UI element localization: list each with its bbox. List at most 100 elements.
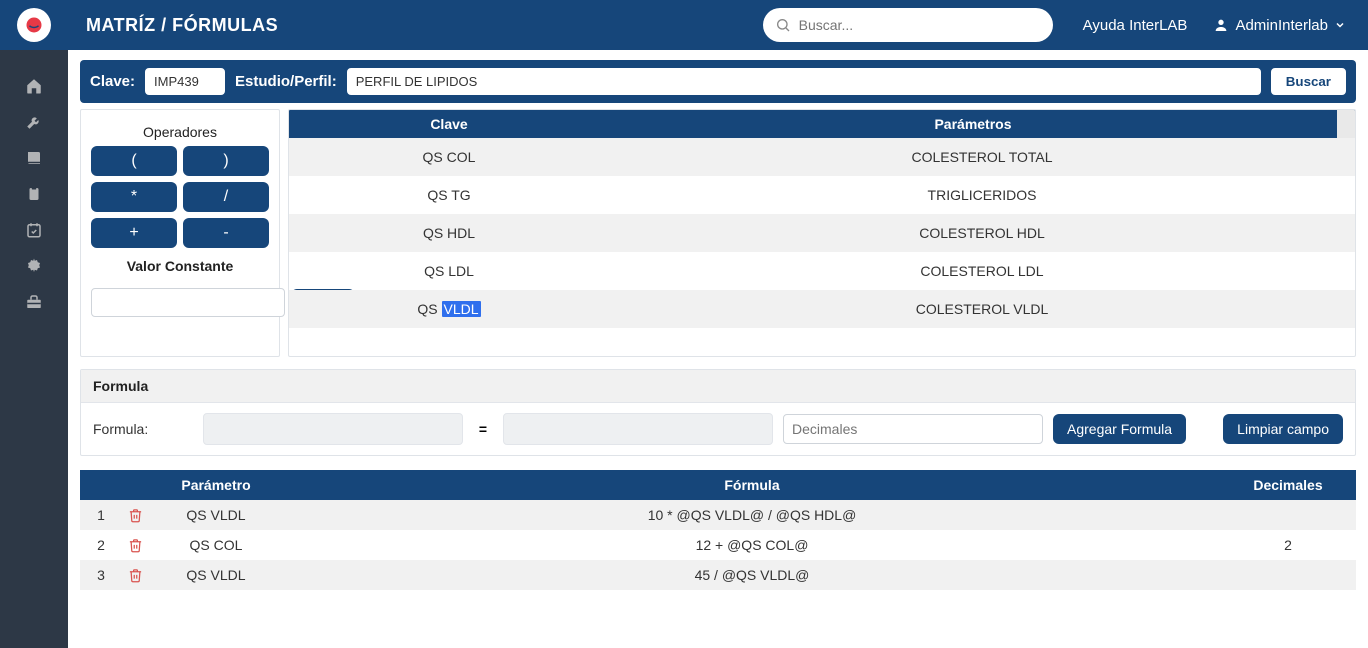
constant-input[interactable] <box>91 288 285 317</box>
column-formula: Fórmula <box>284 470 1220 500</box>
home-icon <box>25 77 43 95</box>
column-delete <box>122 470 148 500</box>
gear-icon <box>25 257 43 275</box>
column-clave: Clave <box>289 110 609 138</box>
operator-close-paren[interactable]: ) <box>183 146 269 176</box>
user-name: AdminInterlab <box>1235 17 1328 34</box>
formula-title: Formula <box>81 370 1355 403</box>
trash-icon <box>128 568 143 583</box>
clave-label: Clave: <box>90 73 135 90</box>
parameter-row[interactable]: QS COLCOLESTEROL TOTAL <box>289 138 1355 176</box>
parameter-row[interactable]: QS TGTRIGLICERIDOS <box>289 176 1355 214</box>
parameter-row-blank <box>289 328 1355 356</box>
trash-icon <box>128 508 143 523</box>
decimales-input[interactable] <box>783 414 1043 444</box>
clave-input[interactable] <box>145 68 225 95</box>
buscar-button[interactable]: Buscar <box>1271 68 1346 95</box>
global-search[interactable] <box>763 8 1053 42</box>
sidebar-item-book[interactable] <box>0 140 68 176</box>
column-parametro: Parámetro <box>148 470 284 500</box>
operator-multiply[interactable]: * <box>91 182 177 212</box>
delete-row-button[interactable] <box>122 560 148 590</box>
help-link[interactable]: Ayuda InterLAB <box>1083 17 1188 34</box>
delete-row-button[interactable] <box>122 530 148 560</box>
parameter-clave: QS LDL <box>289 263 609 279</box>
limpiar-campo-button[interactable]: Limpiar campo <box>1223 414 1343 444</box>
parameter-name: COLESTEROL VLDL <box>609 301 1355 317</box>
result-param: QS VLDL <box>148 560 284 590</box>
sidebar <box>0 50 68 648</box>
search-icon <box>775 17 791 33</box>
parameter-name: COLESTEROL LDL <box>609 263 1355 279</box>
column-index <box>80 470 122 500</box>
parameter-name: COLESTEROL HDL <box>609 225 1355 241</box>
filter-bar: Clave: Estudio/Perfil: Buscar <box>80 60 1356 103</box>
result-formula: 10 * @QS VLDL@ / @QS HDL@ <box>284 500 1220 530</box>
result-decimales: 2 <box>1220 530 1356 560</box>
parameters-body[interactable]: QS COLCOLESTEROL TOTALQS TGTRIGLICERIDOS… <box>289 138 1355 356</box>
result-row: 2QS COL12 + @QS COL@2 <box>80 530 1356 560</box>
parameter-row[interactable]: QS VLDLCOLESTEROL VLDL <box>289 290 1355 328</box>
estudio-label: Estudio/Perfil: <box>235 73 337 90</box>
estudio-input[interactable] <box>347 68 1261 95</box>
result-param: QS COL <box>148 530 284 560</box>
sidebar-item-home[interactable] <box>0 68 68 104</box>
constant-title: Valor Constante <box>127 258 234 274</box>
user-menu[interactable]: AdminInterlab <box>1213 17 1352 34</box>
sidebar-item-clipboard[interactable] <box>0 176 68 212</box>
equals-sign: = <box>473 421 493 437</box>
row-index: 1 <box>80 500 122 530</box>
row-index: 2 <box>80 530 122 560</box>
formula-label: Formula: <box>93 421 193 437</box>
trash-icon <box>128 538 143 553</box>
sidebar-item-tools[interactable] <box>0 104 68 140</box>
row-index: 3 <box>80 560 122 590</box>
app-logo <box>0 8 68 42</box>
operator-divide[interactable]: / <box>183 182 269 212</box>
result-row: 1 QS VLDL10 * @QS VLDL@ / @QS HDL@ <box>80 500 1356 530</box>
parameter-name: COLESTEROL TOTAL <box>609 149 1355 165</box>
user-icon <box>1213 17 1229 33</box>
operators-title: Operadores <box>143 124 217 140</box>
sidebar-item-toolbox[interactable] <box>0 284 68 320</box>
result-decimales <box>1220 500 1356 530</box>
operators-panel: Operadores ( ) * / + - Valor Constante A… <box>80 109 280 357</box>
breadcrumb: MATRÍZ / FÓRMULAS <box>86 15 278 36</box>
agregar-formula-button[interactable]: Agregar Formula <box>1053 414 1186 444</box>
parameter-clave: QS TG <box>289 187 609 203</box>
parameter-clave: QS HDL <box>289 225 609 241</box>
delete-row-button[interactable] <box>122 500 148 530</box>
result-param: QS VLDL <box>148 500 284 530</box>
sidebar-item-settings[interactable] <box>0 248 68 284</box>
result-row: 3 QS VLDL45 / @QS VLDL@ <box>80 560 1356 590</box>
formula-panel: Formula Formula: = Agregar Formula Limpi… <box>80 369 1356 456</box>
toolbox-icon <box>25 293 43 311</box>
clipboard-icon <box>25 185 43 203</box>
parameter-row[interactable]: QS HDLCOLESTEROL HDL <box>289 214 1355 252</box>
operator-plus[interactable]: + <box>91 218 177 248</box>
column-parametros: Parámetros <box>609 110 1337 138</box>
parameter-row[interactable]: QS LDLCOLESTEROL LDL <box>289 252 1355 290</box>
column-decimales: Decimales <box>1220 470 1356 500</box>
parameter-clave: QS COL <box>289 149 609 165</box>
logo-icon <box>17 8 51 42</box>
top-bar: MATRÍZ / FÓRMULAS Ayuda InterLAB AdminIn… <box>0 0 1368 50</box>
tools-icon <box>25 113 43 131</box>
operator-open-paren[interactable]: ( <box>91 146 177 176</box>
result-formula: 12 + @QS COL@ <box>284 530 1220 560</box>
formula-expression-box[interactable] <box>503 413 773 445</box>
parameter-clave: QS VLDL <box>289 301 609 317</box>
result-decimales <box>1220 560 1356 590</box>
parameters-table: Clave Parámetros QS COLCOLESTEROL TOTALQ… <box>288 109 1356 357</box>
operator-minus[interactable]: - <box>183 218 269 248</box>
sidebar-item-calendar[interactable] <box>0 212 68 248</box>
calendar-check-icon <box>25 221 43 239</box>
search-input[interactable] <box>799 17 1041 33</box>
result-formula: 45 / @QS VLDL@ <box>284 560 1220 590</box>
parameter-name: TRIGLICERIDOS <box>609 187 1355 203</box>
main-content: Clave: Estudio/Perfil: Buscar Operadores… <box>68 50 1368 648</box>
chevron-down-icon <box>1334 19 1346 31</box>
book-icon <box>25 149 43 167</box>
results-table: Parámetro Fórmula Decimales 1 QS VLDL10 *… <box>80 470 1356 590</box>
formula-param-box[interactable] <box>203 413 463 445</box>
